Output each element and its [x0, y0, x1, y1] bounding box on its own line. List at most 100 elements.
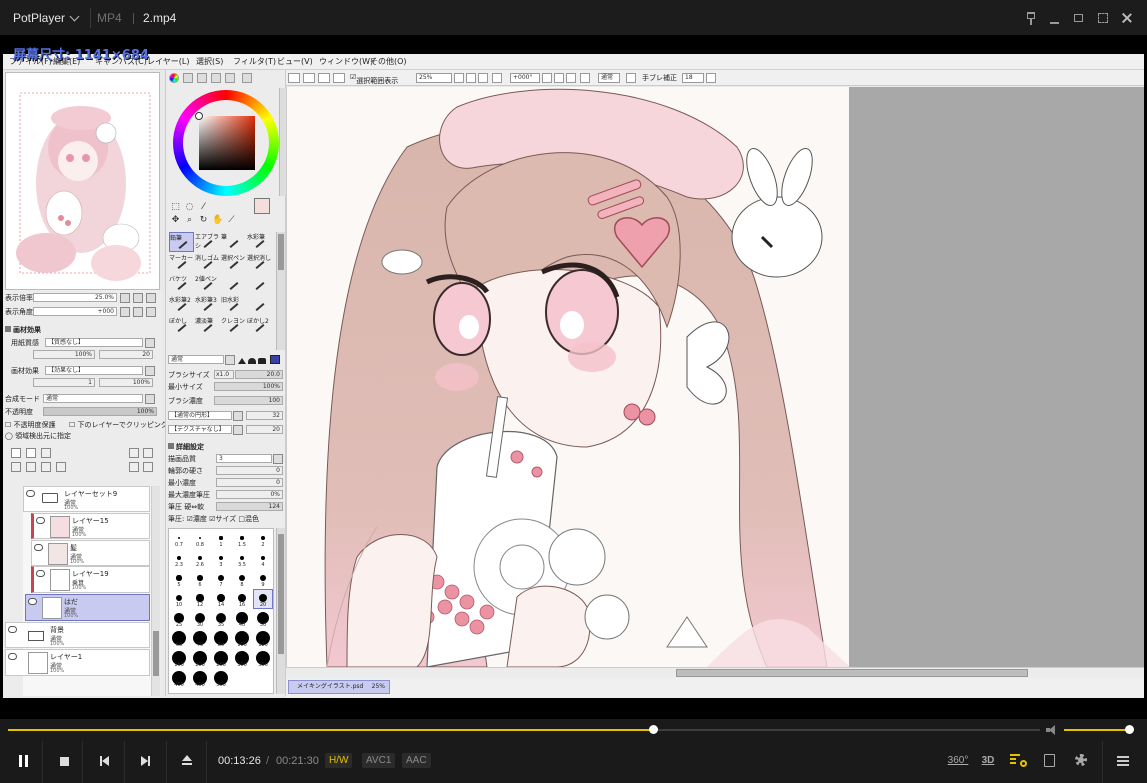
rotate-reset-icon[interactable] — [566, 73, 576, 83]
min-size-slider[interactable]: 100% — [214, 382, 283, 391]
brush-size-dot[interactable] — [218, 555, 224, 561]
layer-item[interactable]: 髪 通常 100% — [31, 540, 150, 566]
paper-pct[interactable]: 100% — [33, 350, 95, 359]
lasso-icon[interactable]: ◌ — [184, 202, 195, 213]
brush-size-dot[interactable] — [177, 556, 181, 560]
brush-tool-18[interactable]: クレヨン — [221, 316, 246, 336]
blend-mode-select[interactable]: 通常 — [598, 73, 620, 83]
brush-size-dot[interactable] — [217, 594, 225, 602]
zoom-in-icon[interactable] — [466, 73, 476, 83]
hand-icon[interactable]: ✋ — [212, 215, 223, 226]
eye-icon[interactable] — [26, 490, 35, 497]
clear-layer-icon[interactable] — [41, 462, 51, 472]
rotate-reset-icon[interactable] — [146, 307, 156, 317]
open-file-button[interactable] — [167, 741, 207, 783]
brush-size-scrollbar[interactable] — [276, 528, 285, 694]
edge-hardness-slider[interactable]: 0 — [216, 466, 283, 475]
trash-icon[interactable] — [56, 462, 66, 472]
drawing-canvas[interactable] — [286, 87, 849, 667]
rotate-ccw-icon[interactable] — [542, 73, 552, 83]
quality-dropdown-icon[interactable] — [273, 454, 283, 464]
layer-link-icon[interactable] — [143, 462, 153, 472]
stop-button[interactable] — [43, 741, 83, 783]
max-pressure-slider[interactable]: 0% — [216, 490, 283, 499]
selection-source-checkbox[interactable]: ◯ 領域検出元に指定 — [5, 431, 71, 442]
brush-texture-value[interactable]: 20 — [246, 425, 283, 434]
eyedropper-icon[interactable]: ⟋ — [226, 215, 237, 226]
menu-icon[interactable] — [1116, 751, 1130, 771]
brush-grid-scrollbar[interactable] — [276, 232, 285, 350]
color-wheel-tab-icon[interactable] — [169, 73, 179, 83]
zoom-select[interactable]: 25% — [416, 73, 452, 83]
volume-slider[interactable] — [1064, 725, 1134, 734]
brush-effect-pct[interactable]: 100% — [99, 378, 153, 387]
previous-button[interactable] — [83, 741, 125, 783]
zoom-out-icon[interactable] — [454, 73, 464, 83]
new-linework-icon[interactable] — [26, 448, 36, 458]
brush-texture-dropdown-icon[interactable] — [233, 425, 243, 435]
brush-tool-2[interactable]: 筆 — [221, 232, 246, 252]
brush-tool-8[interactable]: バケツ — [169, 274, 194, 294]
brush-tool-9[interactable]: 2値ペン — [195, 274, 220, 294]
eye-icon[interactable] — [8, 653, 17, 660]
saturation-value-square[interactable] — [195, 112, 255, 170]
video-codec-badge[interactable]: AVC1 — [362, 753, 396, 768]
pause-button[interactable] — [3, 741, 43, 783]
foreground-color-swatch[interactable] — [254, 198, 270, 214]
eye-icon[interactable] — [28, 598, 37, 605]
brush-tool-19[interactable]: ぼかし2 — [247, 316, 272, 336]
brush-size-dot[interactable] — [196, 594, 204, 602]
brush-size-slider[interactable]: 20.0 — [235, 370, 283, 379]
brush-tool-15[interactable] — [247, 295, 272, 315]
deselect-icon[interactable] — [288, 73, 300, 83]
layer-lock-icon[interactable] — [129, 462, 139, 472]
brush-size-mult[interactable]: x1.0 — [214, 370, 234, 379]
brush-effect-select[interactable]: 【効果なし】 — [45, 366, 143, 375]
magic-wand-icon[interactable]: ⁄ — [198, 202, 209, 213]
scratchpad-tab-icon[interactable] — [225, 73, 235, 83]
zoom-icon[interactable]: ⌕ — [184, 215, 195, 226]
layer-item[interactable]: 背景 通常 100% — [5, 622, 150, 648]
angle-field[interactable]: +000 — [33, 307, 117, 316]
brush-effect-dropdown-icon[interactable] — [145, 366, 155, 376]
zoom-field[interactable]: 25.0% — [33, 293, 117, 302]
brush-tool-11[interactable] — [247, 274, 272, 294]
rotate-left-icon[interactable] — [120, 307, 130, 317]
brush-tool-12[interactable]: 水彩筆2 — [169, 295, 194, 315]
brush-tool-3[interactable]: 水彩筆 — [247, 232, 272, 252]
pin-icon[interactable] — [1022, 9, 1040, 27]
brush-size-dot[interactable] — [260, 555, 266, 561]
zoom-plus-icon[interactable] — [133, 293, 143, 303]
flip-icon[interactable] — [580, 73, 590, 83]
hw-decoder-badge[interactable]: H/W — [325, 753, 353, 768]
brush-tool-1[interactable]: エアブラシ — [195, 232, 220, 252]
brush-size-dot[interactable] — [198, 536, 202, 540]
eye-icon[interactable] — [8, 626, 17, 633]
brush-size-dot[interactable] — [240, 536, 244, 540]
scrollbar-thumb[interactable] — [676, 669, 1028, 677]
transfer-down-icon[interactable] — [11, 462, 21, 472]
fullscreen-icon[interactable] — [1094, 9, 1112, 27]
brush-tool-5[interactable]: 消しゴム — [195, 253, 220, 273]
chapter-list-icon[interactable] — [1042, 751, 1058, 771]
clip-below-checkbox[interactable]: ☐ 下のレイヤーでクリッピング — [69, 420, 168, 431]
3d-button[interactable]: 3D — [978, 751, 998, 771]
layer-item[interactable]: レイヤー15 通常 100% — [31, 513, 150, 539]
stabilizer-icon[interactable] — [626, 73, 636, 83]
brush-tool-14[interactable]: 旧水彩 — [221, 295, 246, 315]
select-all-icon[interactable] — [303, 73, 315, 83]
volume-handle[interactable] — [1124, 725, 1134, 734]
video-frame[interactable]: ファイル(F) 編集(E) キャンバス(C) レイヤー(L) 選択(S) フィル… — [3, 54, 1144, 698]
next-button[interactable] — [125, 741, 167, 783]
brush-effect-num[interactable]: 1 — [33, 378, 95, 387]
brush-tool-17[interactable]: 濃淡筆 — [195, 316, 220, 336]
paper-strength[interactable]: 20 — [99, 350, 153, 359]
vr360-button[interactable]: 360° — [946, 751, 970, 771]
brush-size-dot[interactable] — [219, 536, 223, 540]
rotate-right-icon[interactable] — [133, 307, 143, 317]
rgb-slider-tab-icon[interactable] — [183, 73, 193, 83]
audio-codec-badge[interactable]: AAC — [402, 753, 431, 768]
brush-tool-10[interactable] — [221, 274, 246, 294]
brush-mode-select[interactable]: 通常 — [168, 355, 224, 364]
new-layer-icon[interactable] — [11, 448, 21, 458]
